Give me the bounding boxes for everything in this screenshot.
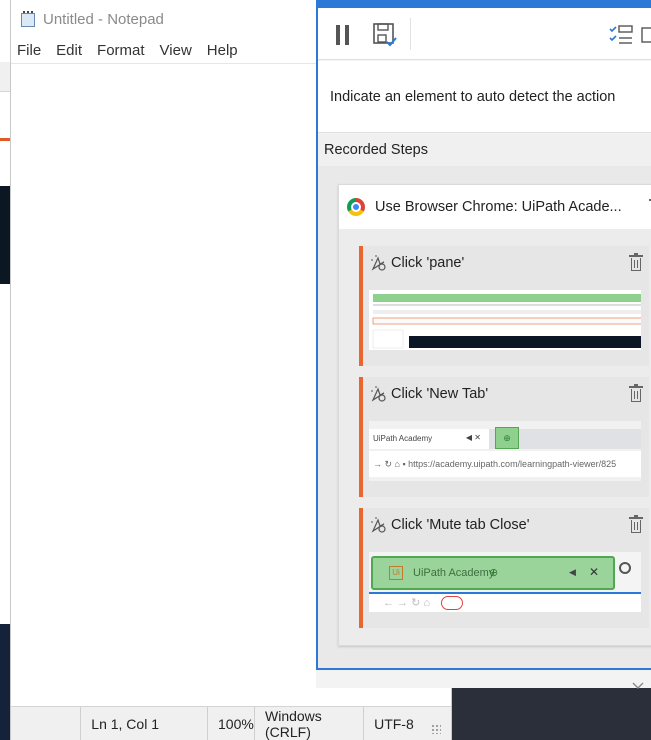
google-g-icon [441,596,464,611]
click-action-icon [371,386,386,402]
step-label: Click 'pane' [391,255,465,271]
menu-help[interactable]: Help [207,42,238,59]
menu-view[interactable]: View [160,42,192,59]
speaker-icon: ◀ [569,567,576,577]
thumb-tab-label: UiPath Academy [373,434,433,443]
desktop-background [0,0,10,740]
delete-step-icon[interactable] [629,253,643,271]
target-crosshair-icon: ⊕ [489,567,499,579]
uipath-logo-icon: Ui [389,566,403,580]
step-label: Click 'Mute tab Close' [391,517,530,533]
chrome-gray-icon [619,562,631,574]
step-card-mute-tab-close[interactable]: Click 'Mute tab Close' Ui UiPath Academy… [359,508,649,628]
checklist-icon [609,25,633,44]
save-and-exit-button[interactable] [370,20,400,50]
pause-button[interactable] [328,20,358,50]
status-cursor-position: Ln 1, Col 1 [80,707,207,740]
recorded-steps-header: Recorded Steps [318,134,651,166]
background-dark-area [0,186,10,284]
browser-card-title: Use Browser Chrome: UiPath Acade... [375,199,622,215]
step-screenshot-thumbnail: Ui UiPath Academy ⊕ ◀ ✕ ← → ↻ ⌂ [369,552,641,612]
pane-screenshot [369,290,641,350]
panel-icon [640,27,651,43]
menu-format[interactable]: Format [97,42,145,59]
step-header: Click 'pane' [363,246,649,280]
background-dark-area-bottom [0,624,10,740]
collapse-panel-button[interactable] [638,20,651,50]
step-card-new-tab[interactable]: Click 'New Tab' UiPath Academy ◀ ✕ ⊕ → ↻… [359,377,649,497]
menu-file[interactable]: File [17,42,41,59]
new-tab-highlight-icon: ⊕ [495,427,519,449]
mute-close-icons: ◀ ✕ [465,433,481,442]
highlighted-tab: Ui UiPath Academy ⊕ ◀ ✕ [371,556,615,590]
recorder-bottom-border [316,668,651,689]
highlighted-tab-label: UiPath Academy [413,567,495,579]
step-header: Click 'New Tab' [363,377,649,411]
recorder-top-border [318,0,651,8]
step-header: Click 'Mute tab Close' [363,508,649,542]
pause-icon [336,25,349,45]
thumb-nav-bar: ← → ↻ ⌂ [369,592,641,612]
delete-step-icon[interactable] [629,515,643,533]
window-title: Untitled - Notepad [43,10,164,28]
recorder-toolbar [318,8,651,60]
thumb-url: https://academy.uipath.com/learningpath-… [408,459,617,469]
resize-grip-icon[interactable] [431,724,441,734]
recorder-panel: Indicate an element to auto detect the a… [316,0,651,688]
delete-step-icon[interactable] [629,384,643,402]
toolbar-separator [410,18,411,50]
chevron-down-icon[interactable] [631,680,645,692]
click-action-icon [371,517,386,533]
background-window-bar [0,62,10,92]
close-tab-icon: ✕ [589,565,600,579]
status-spacer [11,707,80,740]
steps-list-button[interactable] [606,20,636,50]
browser-card-header: Use Browser Chrome: UiPath Acade... [339,185,651,229]
nav-icons: → ↻ ⌂ ▪ [373,459,409,469]
thumb-address-bar: → ↻ ⌂ ▪ https://academy.uipath.com/learn… [369,451,641,477]
nav-arrows-icon: ← → ↻ ⌂ [383,597,431,609]
step-label: Click 'New Tab' [391,386,489,402]
chrome-icon [347,198,365,216]
menu-edit[interactable]: Edit [56,42,82,59]
status-line-ending: Windows (CRLF) [254,707,363,740]
click-action-icon [371,255,386,271]
step-screenshot-thumbnail [369,290,641,350]
status-bar: Ln 1, Col 1 100% Windows (CRLF) UTF-8 [11,706,451,740]
step-screenshot-thumbnail: UiPath Academy ◀ ✕ ⊕ → ↻ ⌂ ▪ https://aca… [369,421,641,481]
use-browser-card[interactable]: Use Browser Chrome: UiPath Acade... Clic… [338,184,651,646]
save-icon [373,23,397,47]
thumb-tab: UiPath Academy ◀ ✕ [369,429,489,449]
background-accent-line [0,138,10,141]
notepad-icon [19,10,37,28]
status-zoom: 100% [207,707,254,740]
recorder-instruction: Indicate an element to auto detect the a… [318,61,651,133]
step-card-pane[interactable]: Click 'pane' [359,246,649,366]
